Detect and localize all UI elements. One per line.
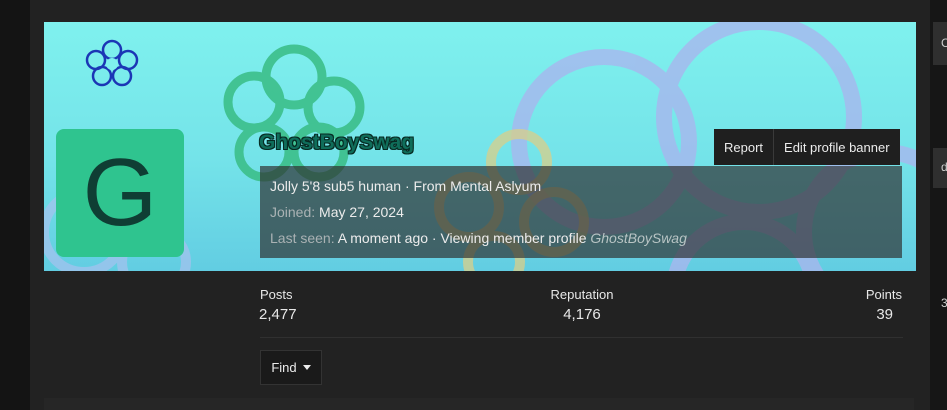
report-button[interactable]: Report	[714, 129, 774, 165]
stat-posts-label: Posts	[260, 287, 293, 302]
banner-action-group: Report Edit profile banner	[714, 129, 900, 165]
left-gutter	[0, 0, 30, 410]
stat-points[interactable]: Points 39	[842, 287, 902, 323]
joined-label: Joined:	[270, 204, 316, 220]
flower-icon	[85, 39, 139, 87]
profile-info-panel: Jolly 5'8 sub5 human · From Mental Aslyu…	[260, 166, 902, 258]
stat-posts[interactable]: Posts 2,477	[259, 287, 297, 323]
stat-points-label: Points	[865, 287, 902, 302]
stat-reputation-value: 4,176	[563, 306, 601, 323]
joined-row: Joined: May 27, 2024	[270, 204, 404, 220]
find-label: Find	[271, 360, 297, 375]
profile-blurb: Jolly 5'8 sub5 human · From Mental Aslyu…	[270, 178, 542, 194]
stat-reputation-label: Reputation	[550, 287, 614, 302]
edit-profile-banner-button[interactable]: Edit profile banner	[773, 129, 900, 165]
username: GhostBoySwag	[259, 131, 415, 154]
avatar[interactable]: G	[56, 129, 184, 257]
stat-posts-value: 2,477	[259, 306, 297, 323]
joined-value: May 27, 2024	[319, 204, 404, 220]
stats-divider	[260, 337, 903, 338]
sidebar-clipped-text-1: C	[941, 36, 947, 50]
avatar-letter: G	[82, 139, 158, 246]
stat-reputation[interactable]: Reputation 4,176	[532, 287, 632, 323]
stat-points-value: 39	[876, 306, 893, 323]
last-seen-target-link[interactable]: GhostBoySwag	[590, 230, 687, 246]
last-seen-label: Last seen:	[270, 230, 335, 246]
sidebar-clipped-text-3: 3	[941, 296, 947, 310]
caret-down-icon	[302, 365, 311, 370]
sidebar-clipped-text-2: d	[941, 160, 947, 174]
last-seen-row: Last seen: A moment ago · Viewing member…	[270, 230, 687, 246]
find-button[interactable]: Find	[260, 350, 322, 385]
next-section-edge	[44, 398, 914, 410]
last-seen-value: A moment ago · Viewing member profile	[337, 230, 587, 246]
